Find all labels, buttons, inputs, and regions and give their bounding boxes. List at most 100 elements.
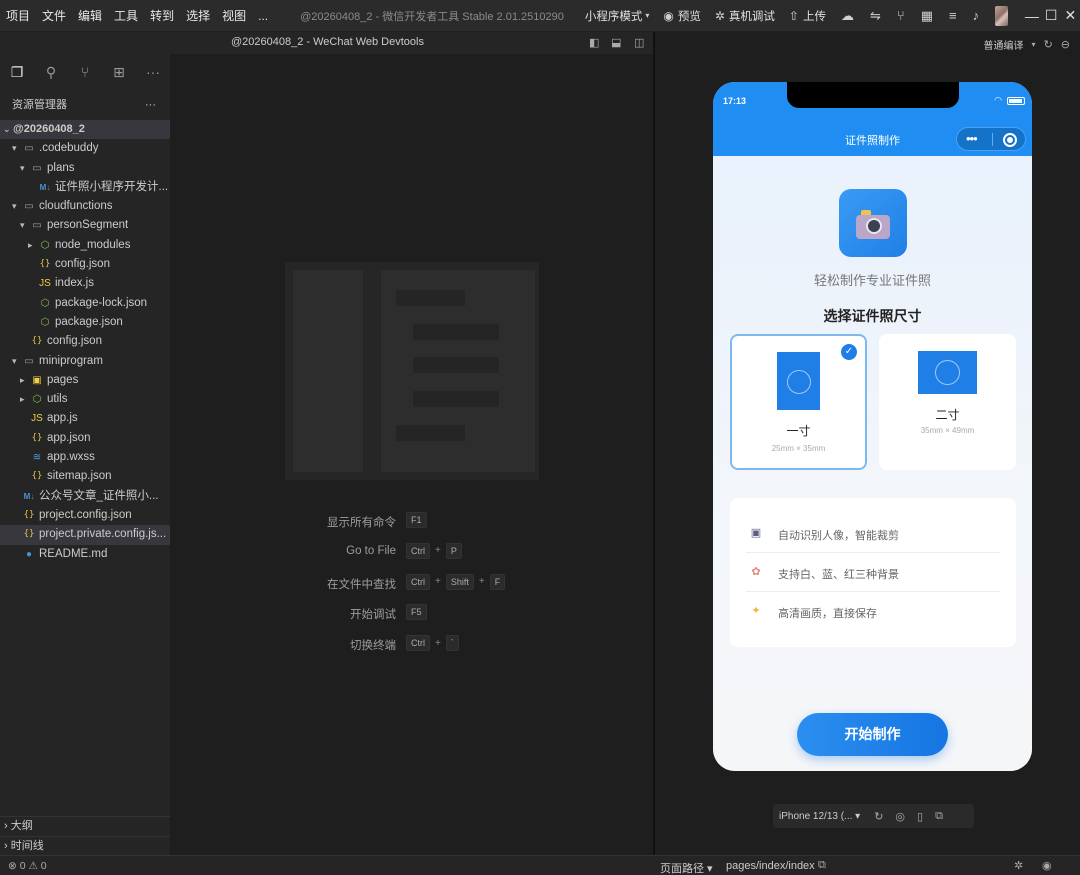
start-button[interactable]: 开始制作: [797, 713, 948, 756]
size-name: 一寸: [786, 424, 811, 438]
upload-button[interactable]: ⇧ 上传: [789, 8, 826, 24]
maximize-icon[interactable]: ☐: [1042, 7, 1061, 24]
menu-goto[interactable]: 转到: [144, 0, 180, 32]
tree-item[interactable]: {} config.json: [0, 332, 170, 351]
tree-item[interactable]: ▸ ⬡ utils: [0, 390, 170, 409]
cloud-icon[interactable]: ☁: [841, 8, 854, 24]
record-icon[interactable]: ◎: [895, 810, 905, 823]
json-icon: {}: [23, 509, 35, 520]
phone-status-bar: 17:13 ◠: [713, 82, 1032, 122]
feature-row: ▣ 自动识别人像，智能裁剪: [746, 514, 1000, 553]
menu-edit[interactable]: 编辑: [72, 0, 108, 32]
close-icon[interactable]: ✕: [1061, 7, 1080, 24]
tree-item[interactable]: ⬡ package-lock.json: [0, 294, 170, 313]
key-cap: F1: [406, 512, 427, 528]
device-select[interactable]: iPhone 12/13 (... ▾: [779, 811, 860, 822]
branch-icon[interactable]: ⑂: [897, 8, 905, 23]
size-card-one-inch[interactable]: 一寸 25mm × 35mm ✓: [730, 334, 867, 470]
layout-icon[interactable]: ▦: [921, 8, 933, 24]
logo-bar: [413, 324, 499, 340]
eye-icon[interactable]: ◉: [1042, 859, 1052, 872]
tree-item-label: cloudfunctions: [39, 200, 113, 213]
status-bar: ⊗ 0 ⚠ 0 页面路径 ▾ pages/index/index ⧉ ✲ ◉: [0, 855, 1080, 875]
search-icon[interactable]: ⚲: [34, 64, 68, 81]
mini-nav-bar: 证件照制作 •••: [713, 122, 1032, 156]
menu-view[interactable]: 视图: [216, 0, 252, 32]
shortcut-row: 在文件中查找 Ctrl + Shift + F: [170, 573, 655, 592]
toggle-sidebar-icon[interactable]: ◧: [589, 36, 599, 49]
watermark-logo: [285, 262, 539, 480]
size-name: 二寸: [935, 408, 960, 422]
tree-item[interactable]: ⬡ package.json: [0, 313, 170, 332]
debug-icon[interactable]: ✲: [1014, 859, 1023, 872]
bell-icon[interactable]: ♪: [973, 8, 980, 23]
source-control-icon[interactable]: ⑂: [68, 64, 102, 80]
tree-item[interactable]: JS index.js: [0, 274, 170, 293]
info-icon: ●: [25, 548, 33, 560]
size-card-two-inch[interactable]: 二寸 35mm × 49mm: [879, 334, 1016, 470]
tree-item[interactable]: {} app.json: [0, 429, 170, 448]
tree-item[interactable]: JS app.js: [0, 409, 170, 428]
tree-item[interactable]: ▾ ▭ cloudfunctions: [0, 197, 170, 216]
rotate-icon[interactable]: ↻: [874, 810, 883, 823]
tree-item[interactable]: M↓ 证件照小程序开发计...: [0, 178, 170, 197]
node-icon: ⬡: [40, 239, 50, 251]
feature-row: ✿ 支持白、蓝、红三种背景: [746, 553, 1000, 592]
more-icon[interactable]: ···: [136, 64, 170, 80]
timeline-section[interactable]: › 时间线: [0, 835, 170, 856]
menu-file[interactable]: 文件: [36, 0, 72, 32]
camera-lens: [866, 218, 882, 234]
capsule-more-icon[interactable]: •••: [966, 131, 978, 146]
minimize-icon[interactable]: —: [1022, 8, 1041, 24]
compile-mode-select[interactable]: 普通编译: [984, 37, 1024, 52]
capsule-close-icon[interactable]: [1003, 133, 1017, 147]
files-icon[interactable]: ❐: [0, 64, 34, 81]
tree-item[interactable]: {} project.private.config.js...: [0, 525, 170, 545]
split-editor-icon[interactable]: ◫: [634, 36, 644, 49]
tree-item[interactable]: ▾ ▭ miniprogram: [0, 352, 170, 371]
menu-tools[interactable]: 工具: [108, 0, 144, 32]
tree-item-label: node_modules: [55, 238, 131, 251]
tree-item-label: plans: [47, 161, 75, 174]
shortcut-row: 开始调试 F5: [170, 604, 655, 622]
tree-item[interactable]: ▾ ▭ personSegment: [0, 216, 170, 235]
realtest-button[interactable]: ✲ 真机调试: [715, 8, 775, 24]
key-cap: F: [489, 573, 506, 590]
tree-item[interactable]: ▾ ▭ .codebuddy: [0, 139, 170, 158]
menu-project[interactable]: 项目: [0, 0, 36, 32]
explorer-more-icon[interactable]: ···: [145, 90, 156, 120]
tree-item[interactable]: M↓ 公众号文章_证件照小...: [0, 487, 170, 506]
md-icon: M↓: [23, 491, 35, 501]
tree-item[interactable]: ● README.md: [0, 545, 170, 564]
window-icon[interactable]: ⧉: [935, 810, 943, 823]
toggle-panel-icon[interactable]: ⬓: [611, 36, 621, 49]
copy-icon[interactable]: ⧉: [818, 859, 826, 872]
outline-section[interactable]: › 大纲: [0, 816, 170, 836]
menu-more[interactable]: ...: [252, 0, 274, 32]
tree-item[interactable]: ≋ app.wxss: [0, 448, 170, 467]
tree-item[interactable]: {} sitemap.json: [0, 467, 170, 486]
json-icon: {}: [39, 259, 51, 270]
compile-icon[interactable]: ⊖: [1061, 38, 1070, 51]
avatar[interactable]: [995, 5, 1009, 26]
swap-icon[interactable]: ⇋: [870, 8, 881, 24]
tree-item[interactable]: {} config.json: [0, 255, 170, 274]
tree-item[interactable]: ▸ ⬡ node_modules: [0, 236, 170, 255]
outline-label: 大纲: [10, 820, 33, 832]
extensions-icon[interactable]: ⊞: [102, 64, 136, 81]
status-time: 17:13: [723, 96, 747, 106]
phone-icon[interactable]: ▯: [917, 810, 923, 823]
menu-icon[interactable]: ≡: [949, 8, 957, 23]
tree-item[interactable]: ▾ ▭ plans: [0, 159, 170, 178]
tree-item[interactable]: {} project.config.json: [0, 506, 170, 525]
menu-select[interactable]: 选择: [180, 0, 216, 32]
refresh-icon[interactable]: ↻: [1044, 38, 1053, 51]
tree-root[interactable]: ⌄ @20260408_2: [0, 120, 170, 140]
tree-item-label: 证件照小程序开发计...: [55, 180, 169, 193]
tree-item[interactable]: ▸ ▣ pages: [0, 371, 170, 390]
preview-button[interactable]: ◉ 预览: [663, 8, 700, 24]
problems-indicator[interactable]: ⊗ 0 ⚠ 0: [8, 860, 47, 872]
tree-item-label: app.wxss: [47, 451, 95, 464]
mode-select[interactable]: 小程序模式 ▾: [585, 8, 650, 24]
page-path-label[interactable]: 页面路径 ▾: [660, 860, 713, 875]
